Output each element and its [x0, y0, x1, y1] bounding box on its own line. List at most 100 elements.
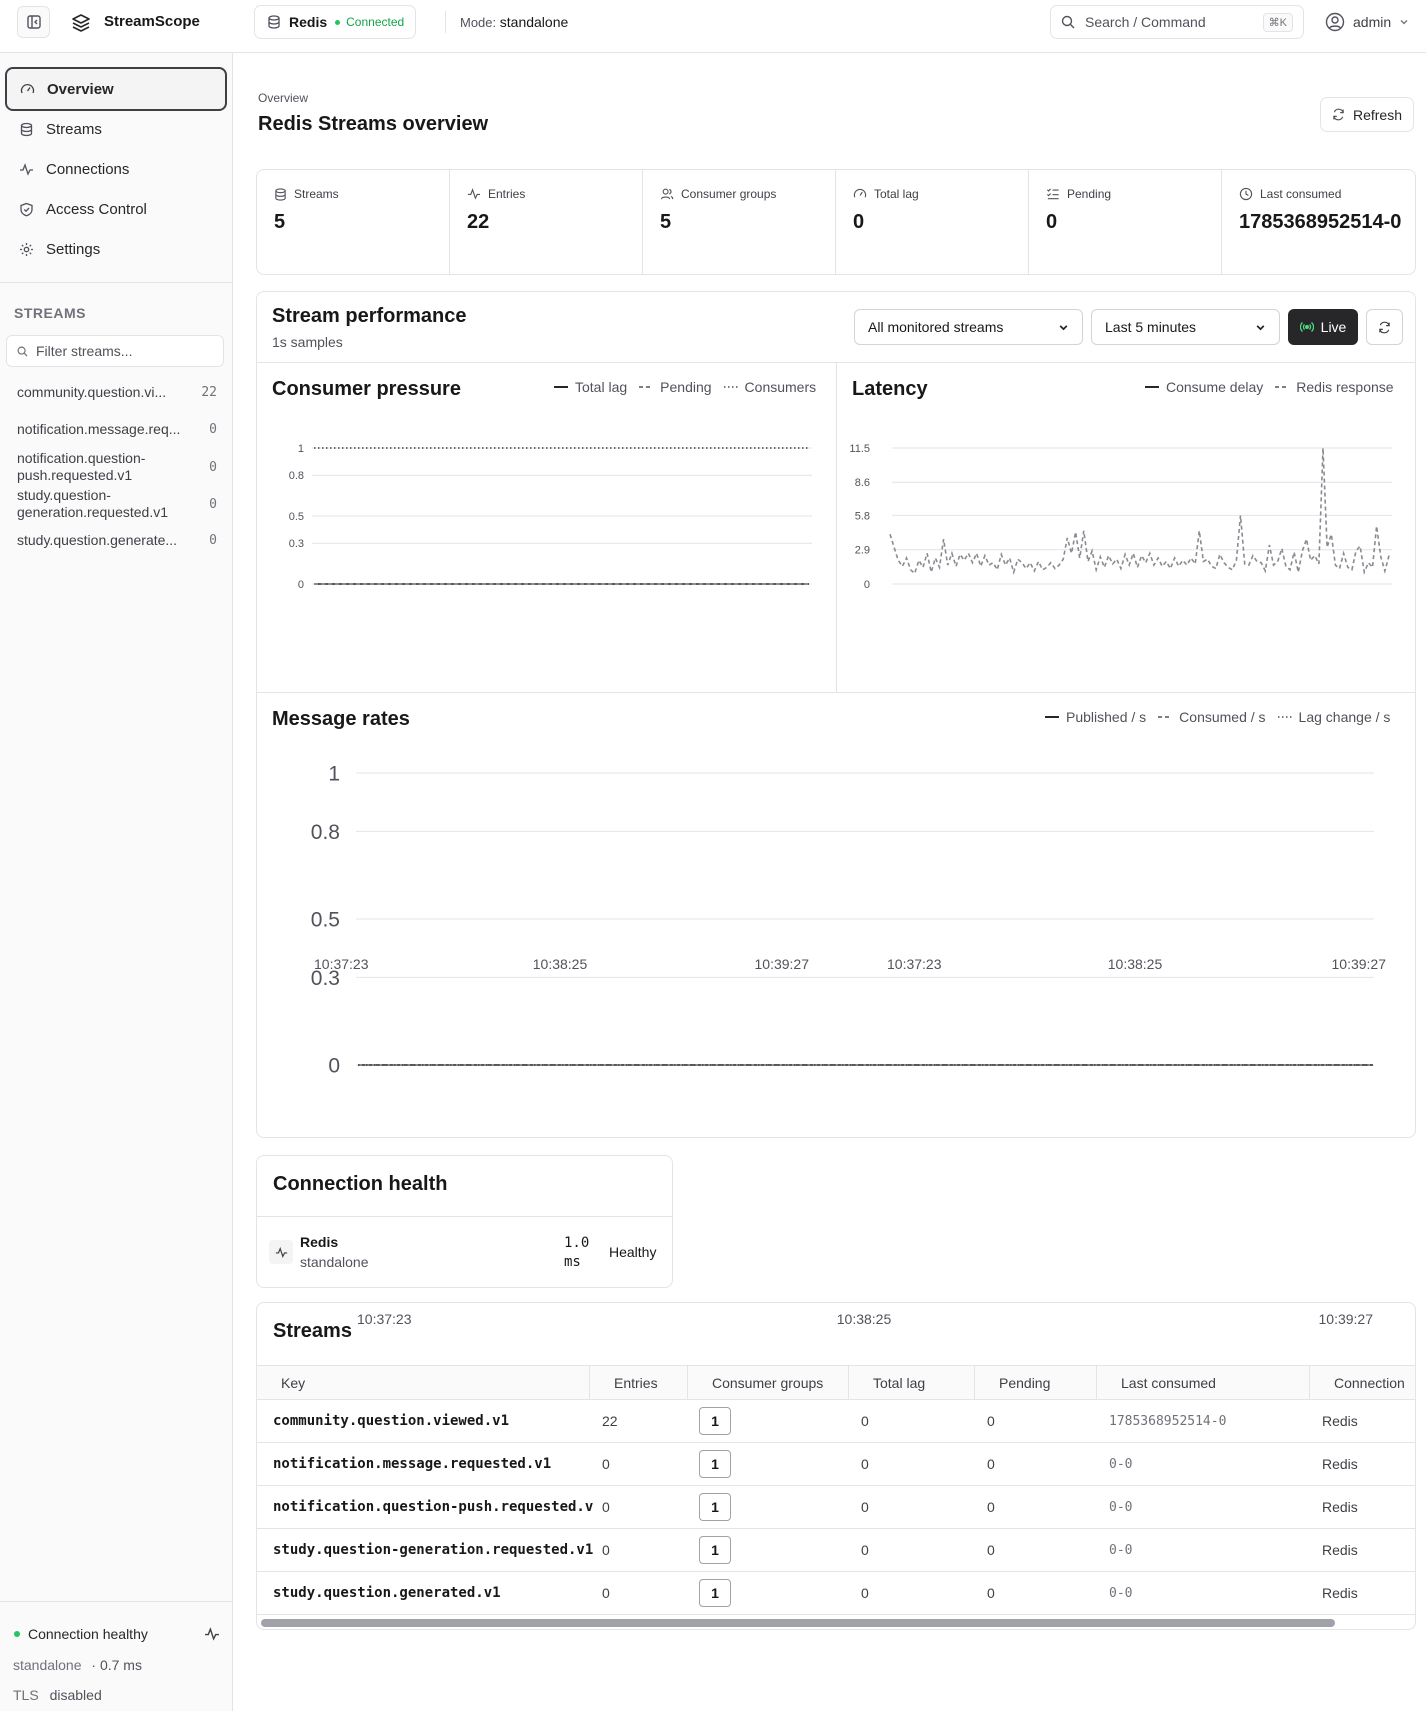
chart-title: Message rates	[272, 708, 410, 730]
cell-last-consumed: 0-0	[1109, 1499, 1133, 1515]
legend-item[interactable]: Pending	[639, 379, 712, 395]
user-menu[interactable]: admin	[1325, 12, 1409, 32]
status-dot	[14, 1631, 20, 1637]
column-header-connection[interactable]: Connection	[1310, 1366, 1415, 1399]
table-row[interactable]: community.question.viewed.v1 22 1 0 0 1785368…	[257, 1400, 1415, 1443]
time-range-select[interactable]: Last 5 minutes	[1091, 309, 1280, 345]
search-placeholder: Search / Command	[1085, 14, 1206, 30]
stream-name: notification.message.req...	[17, 421, 181, 437]
y-tick-label: 0.3	[289, 538, 304, 550]
y-tick-label: 0.5	[289, 511, 304, 523]
y-tick-label: 0.8	[289, 470, 304, 482]
health-label: Connection healthy	[28, 1626, 148, 1642]
connection-health-card: Connection health Redis standalone 1.0 m…	[256, 1155, 673, 1288]
stream-count: 0	[209, 422, 217, 437]
sidebar-stream-item[interactable]: community.question.vi... 22	[17, 384, 217, 401]
legend-label: Lag change / s	[1298, 709, 1391, 725]
sidebar-stream-item[interactable]: notification.message.req... 0	[17, 421, 217, 438]
sidebar-item-access-control[interactable]: Access Control	[5, 187, 227, 231]
user-name: admin	[1353, 14, 1392, 30]
column-header-entries[interactable]: Entries	[590, 1366, 688, 1399]
stat-card-streams: Streams 5	[257, 170, 450, 274]
connection-switcher[interactable]: Redis Connected	[254, 5, 417, 39]
legend-item[interactable]: Consumers	[723, 379, 816, 395]
sidebar-item-settings[interactable]: Settings	[5, 227, 227, 271]
gauge-icon	[853, 188, 867, 198]
command-search[interactable]: Search / Command ⌘K	[1050, 5, 1304, 39]
connection-status: Connected	[335, 15, 404, 29]
legend-item[interactable]: Published / s	[1045, 709, 1146, 725]
legend-item[interactable]: Consume delay	[1145, 379, 1263, 395]
sidebar-stream-item[interactable]: notification.question-push.requested.v1 …	[17, 450, 217, 484]
breadcrumb[interactable]: Overview	[258, 91, 308, 105]
table-row[interactable]: study.question-generation.requested.v1 0 1…	[257, 1529, 1415, 1572]
table-row[interactable]: study.question.generated.v1 0 1 0 0 0-0 Redis	[257, 1572, 1415, 1615]
stat-label-text: Consumer groups	[681, 187, 777, 201]
brand-name: StreamScope	[104, 13, 200, 30]
stream-count: 0	[209, 533, 217, 548]
connection-name[interactable]: Redis	[300, 1234, 338, 1250]
stream-select[interactable]: All monitored streams	[854, 309, 1083, 345]
sidebar-item-label: Overview	[47, 80, 114, 98]
cell-key: notification.message.requested.v1	[273, 1456, 552, 1472]
legend-item[interactable]: Consumed / s	[1158, 709, 1266, 725]
table-row[interactable]: notification.question-push.requested.v 0 1…	[257, 1486, 1415, 1529]
database-icon	[275, 187, 286, 201]
database-icon	[268, 15, 280, 29]
table-row[interactable]: notification.message.requested.v1 0 1 0 0 0-0…	[257, 1443, 1415, 1486]
sync-button[interactable]	[1366, 309, 1403, 345]
consumer-groups-badge[interactable]: 1	[699, 1407, 731, 1435]
column-header-consumer-groups[interactable]: Consumer groups	[688, 1366, 849, 1399]
sidebar-toggle-button[interactable]	[17, 6, 50, 38]
stream-name: study.question.generate...	[17, 532, 178, 548]
column-header-pending[interactable]: Pending	[975, 1366, 1097, 1399]
consumer-groups-badge[interactable]: 1	[699, 1450, 731, 1478]
sidebar-item-connections[interactable]: Connections	[5, 147, 227, 191]
chart-legend: Total lag Pending Consumers	[554, 379, 816, 395]
legend-item[interactable]: Total lag	[554, 379, 627, 395]
horizontal-scrollbar[interactable]	[261, 1619, 1335, 1627]
cell-connection: Redis	[1322, 1585, 1358, 1601]
cell-key: notification.question-push.requested.v	[273, 1499, 594, 1515]
live-button[interactable]: Live	[1288, 309, 1358, 345]
streams-heading: STREAMS	[14, 305, 86, 321]
stream-name: study.question-generation.requested.v1	[17, 487, 168, 520]
users-icon	[660, 188, 674, 200]
connection-mode-meta: standalone · 0.7 ms	[13, 1657, 142, 1673]
refresh-icon	[1333, 108, 1344, 121]
radio-broadcast-icon	[1299, 322, 1314, 332]
y-tick-label: 0	[298, 579, 304, 591]
consumer-groups-badge[interactable]: 1	[699, 1536, 731, 1564]
cell-connection: Redis	[1322, 1456, 1358, 1472]
sidebar-item-streams[interactable]: Streams	[5, 107, 227, 151]
connection-name: Redis	[289, 14, 328, 30]
sidebar-item-overview[interactable]: Overview	[5, 67, 227, 111]
legend-swatch-dashed	[1275, 386, 1290, 388]
message-rates-chart: 00.30.50.8110:37:23 10:38:25 10:39:27	[311, 762, 1374, 1327]
cell-key: study.question.generated.v1	[273, 1585, 501, 1601]
stat-card-total-lag: Total lag 0	[836, 170, 1029, 274]
divider	[257, 692, 1415, 693]
column-header-last-consumed[interactable]: Last consumed	[1097, 1366, 1310, 1399]
stat-value: 0	[1046, 211, 1058, 233]
column-header-total-lag[interactable]: Total lag	[849, 1366, 975, 1399]
cell-entries: 22	[602, 1413, 618, 1429]
filter-streams-input[interactable]: Filter streams...	[6, 335, 224, 367]
stat-label: Last consumed	[1239, 187, 1415, 201]
sidebar-stream-item[interactable]: study.question-generation.requested.v1 0	[17, 487, 217, 521]
legend-swatch-solid	[1045, 716, 1059, 718]
refresh-button[interactable]: Refresh	[1320, 97, 1414, 132]
consumer-groups-badge[interactable]: 1	[699, 1493, 731, 1521]
legend-item[interactable]: Redis response	[1275, 379, 1394, 395]
user-circle-icon	[1325, 12, 1345, 32]
sidebar-stream-item[interactable]: study.question.generate... 0	[17, 532, 217, 549]
consumer-groups-badge[interactable]: 1	[699, 1579, 731, 1607]
stream-performance-card: Stream performance 1s samples All monito…	[256, 291, 1416, 1327]
cell-pending: 0	[987, 1456, 995, 1472]
stat-label-text: Total lag	[874, 187, 919, 201]
layers-logo-icon	[72, 14, 90, 32]
stat-label-text: Streams	[294, 187, 339, 201]
legend-item[interactable]: Lag change / s	[1277, 709, 1391, 725]
column-header-key[interactable]: Key	[257, 1366, 590, 1399]
chart-title: Consumer pressure	[272, 378, 461, 400]
